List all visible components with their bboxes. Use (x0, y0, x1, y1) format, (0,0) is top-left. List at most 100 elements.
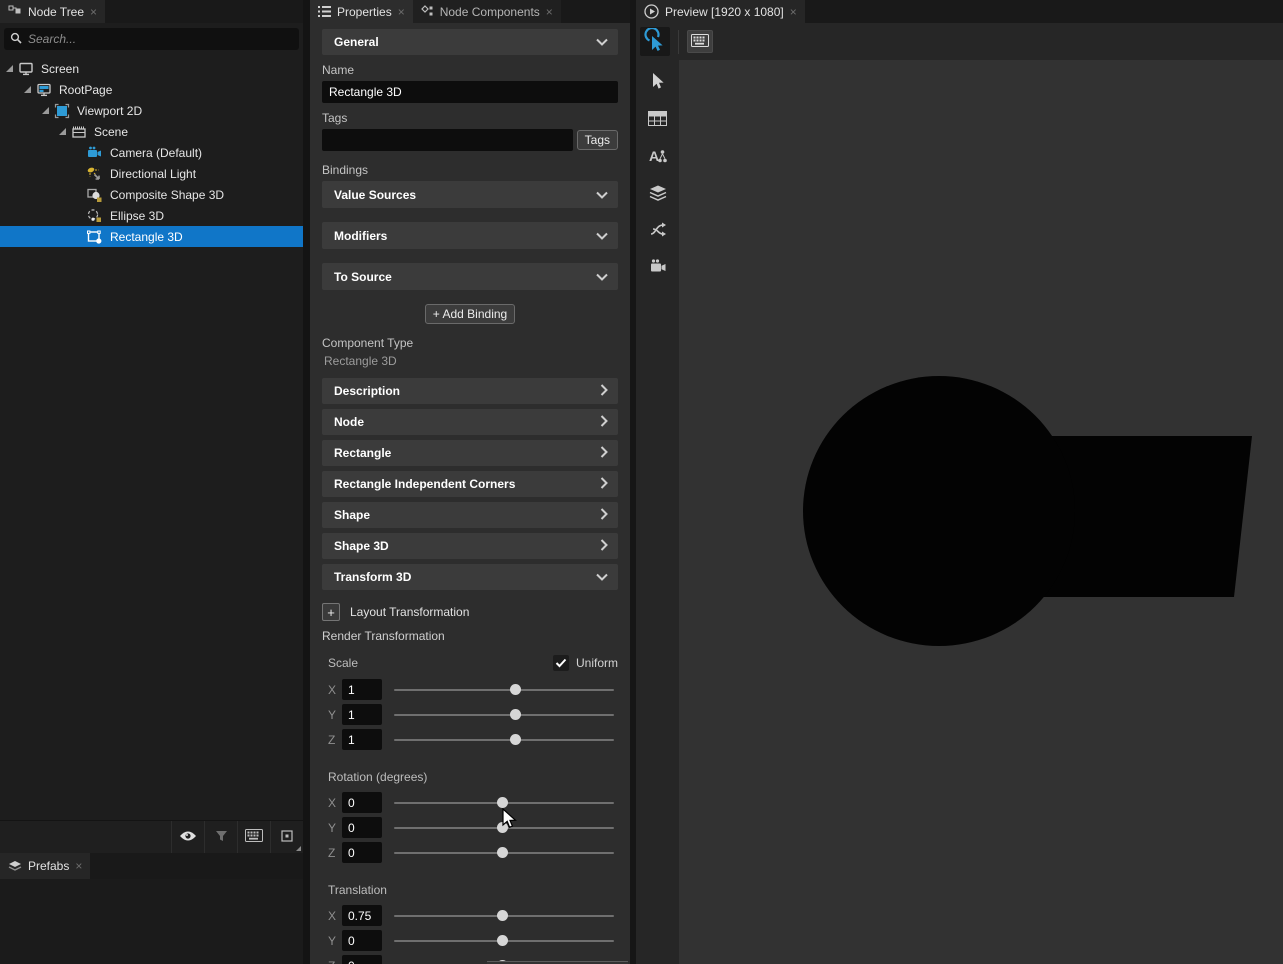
axis-label: Z (328, 846, 342, 860)
rotation-x-slider[interactable] (394, 792, 614, 813)
tree-item-rootpage[interactable]: RootPage (0, 79, 303, 100)
scale-x-slider[interactable] (394, 679, 614, 700)
screen-icon (17, 60, 34, 77)
section-general[interactable]: General (322, 29, 618, 55)
search-box[interactable] (4, 28, 299, 50)
splitter-left[interactable] (303, 0, 310, 964)
tab-preview-close-icon[interactable]: × (790, 6, 797, 18)
slider-handle[interactable] (510, 709, 521, 720)
ellipse-3d-shape[interactable] (803, 376, 1075, 646)
grid-tool-button[interactable] (645, 109, 671, 131)
section-general-label: General (334, 35, 379, 49)
rotation-x-input[interactable] (342, 792, 382, 813)
tab-prefabs-close-icon[interactable]: × (75, 860, 82, 872)
interact-mode-button[interactable] (640, 27, 670, 56)
tree-item-ellipse-3d[interactable]: Ellipse 3D (0, 205, 303, 226)
scale-y-slider[interactable] (394, 704, 614, 725)
translation-x-slider[interactable] (394, 905, 614, 926)
translation-y-input[interactable] (342, 930, 382, 951)
tree-item-viewport-2d[interactable]: Viewport 2D (0, 100, 303, 121)
scale-z-input[interactable] (342, 729, 382, 750)
translation-y-row: Y (328, 928, 618, 953)
section-shape-3d[interactable]: Shape 3D (322, 533, 618, 559)
expander-icon[interactable] (4, 64, 14, 74)
section-rectangle-label: Rectangle (334, 446, 391, 460)
tree-item-label: Directional Light (110, 167, 196, 181)
name-input[interactable] (322, 81, 618, 103)
preview-canvas[interactable] (679, 60, 1283, 964)
tree-item-directional-light[interactable]: Directional Light (0, 163, 303, 184)
scale-z-slider[interactable] (394, 729, 614, 750)
camera-icon (86, 144, 103, 161)
slider-handle[interactable] (497, 847, 508, 858)
tab-properties[interactable]: Properties × (310, 0, 413, 23)
translation-x-input[interactable] (342, 905, 382, 926)
rotation-y-slider[interactable] (394, 817, 614, 838)
slider-handle[interactable] (497, 822, 508, 833)
keyboard-shortcuts-button[interactable] (237, 821, 270, 853)
tab-node-components[interactable]: Node Components × (413, 0, 561, 23)
tab-node-tree[interactable]: Node Tree × (0, 0, 105, 23)
slider-handle[interactable] (497, 797, 508, 808)
panel-options-button[interactable] (270, 821, 303, 853)
add-layout-transformation-button[interactable]: + (322, 603, 340, 621)
expander-icon[interactable] (40, 106, 50, 116)
tags-button[interactable]: Tags (577, 130, 618, 150)
tab-prefabs[interactable]: Prefabs × (0, 853, 90, 879)
add-binding-button[interactable]: + Add Binding (425, 304, 515, 324)
section-node[interactable]: Node (322, 409, 618, 435)
prefabs-panel-body (0, 879, 303, 964)
tags-input[interactable] (322, 129, 573, 151)
scale-y-input[interactable] (342, 704, 382, 725)
section-shape[interactable]: Shape (322, 502, 618, 528)
select-tool-button[interactable] (645, 72, 671, 94)
slider-handle[interactable] (497, 935, 508, 946)
visibility-filter-button[interactable] (171, 821, 204, 853)
component-sections: Description Node Rectangle Rectangle Ind… (322, 378, 618, 590)
search-input[interactable] (28, 32, 293, 46)
tab-node-components-close-icon[interactable]: × (546, 6, 553, 18)
preview-render (679, 60, 1283, 964)
slider-handle[interactable] (510, 734, 521, 745)
scale-x-input[interactable] (342, 679, 382, 700)
section-value-sources[interactable]: Value Sources (322, 181, 618, 208)
rotation-y-input[interactable] (342, 817, 382, 838)
rotation-z-slider[interactable] (394, 842, 614, 863)
tree-item-screen[interactable]: Screen (0, 58, 303, 79)
rotation-z-input[interactable] (342, 842, 382, 863)
tab-properties-close-icon[interactable]: × (398, 6, 405, 18)
layers-tool-button[interactable] (645, 183, 671, 205)
axis-label: Y (328, 934, 342, 948)
kanzi-studio-window: Node Tree × Screen RootP (0, 0, 1283, 964)
tree-item-camera[interactable]: Camera (Default) (0, 142, 303, 163)
translation-z-input[interactable] (342, 955, 382, 964)
uniform-checkbox[interactable] (553, 655, 569, 671)
section-transform-3d[interactable]: Transform 3D (322, 564, 618, 590)
text-tool-button[interactable]: A (645, 146, 671, 168)
tree-item-scene[interactable]: Scene (0, 121, 303, 142)
chevron-down-icon (596, 35, 608, 49)
scale-label: Scale (328, 656, 358, 670)
layers-icon (649, 185, 667, 204)
connections-tool-button[interactable] (645, 220, 671, 242)
section-description[interactable]: Description (322, 378, 618, 404)
section-modifiers[interactable]: Modifiers (322, 222, 618, 249)
panel-options-icon (281, 830, 293, 845)
tab-preview[interactable]: Preview [1920 x 1080] × (636, 0, 805, 23)
chevron-down-icon (596, 229, 608, 243)
translation-y-slider[interactable] (394, 930, 614, 951)
section-to-source[interactable]: To Source (322, 263, 618, 290)
camera-tool-button[interactable] (645, 257, 671, 279)
tree-item-composite-shape-3d[interactable]: Composite Shape 3D (0, 184, 303, 205)
tree-item-rectangle-3d[interactable]: Rectangle 3D (0, 226, 303, 247)
expander-icon[interactable] (22, 85, 32, 95)
expander-icon[interactable] (57, 127, 67, 137)
filter-button[interactable] (204, 821, 237, 853)
slider-handle[interactable] (497, 910, 508, 921)
section-rectangle-independent-corners[interactable]: Rectangle Independent Corners (322, 471, 618, 497)
section-rectangle[interactable]: Rectangle (322, 440, 618, 466)
tab-node-tree-close-icon[interactable]: × (90, 6, 97, 18)
uniform-toggle[interactable]: Uniform (553, 655, 618, 671)
virtual-keyboard-button[interactable] (687, 30, 713, 53)
slider-handle[interactable] (510, 684, 521, 695)
